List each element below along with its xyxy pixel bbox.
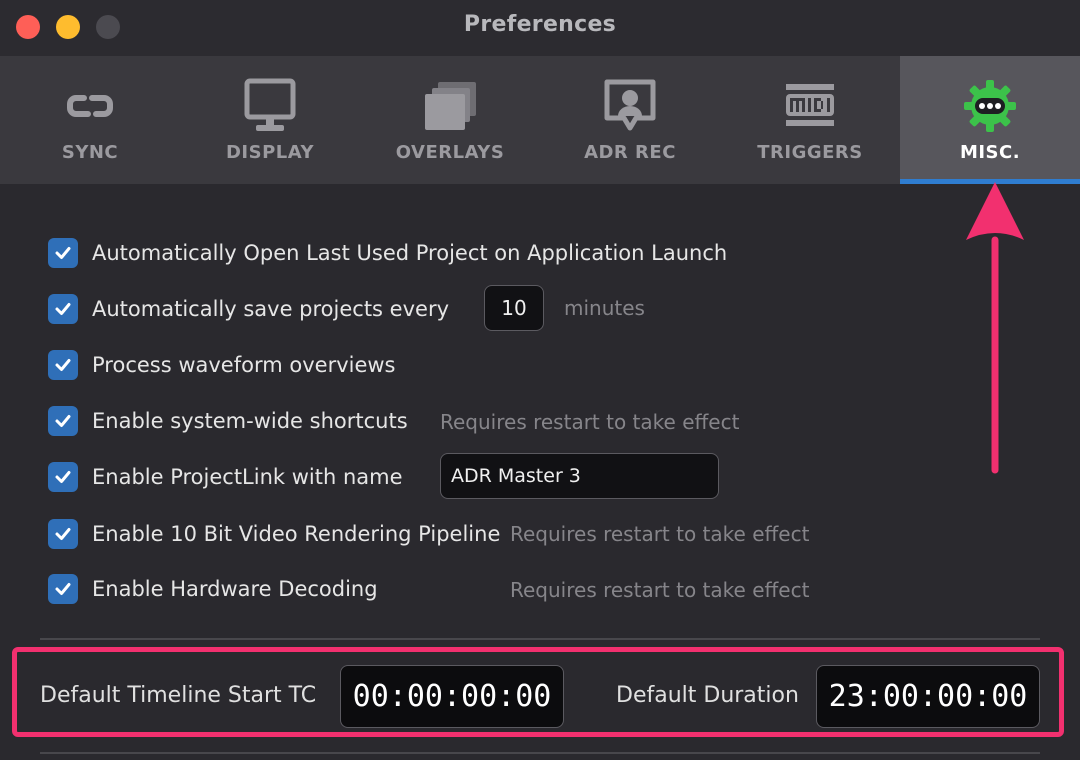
checkmark-icon bbox=[55, 415, 71, 427]
projectlink-label: Enable ProjectLink with name bbox=[92, 465, 403, 489]
option-auto-open: Automatically Open Last Used Project on … bbox=[48, 236, 727, 270]
checkmark-icon bbox=[55, 583, 71, 595]
option-waveform: Process waveform overviews bbox=[48, 348, 396, 382]
auto-save-label: Automatically save projects every bbox=[92, 297, 449, 321]
default-duration-label: Default Duration bbox=[616, 683, 799, 708]
tenbit-restart-hint: Requires restart to take effect bbox=[510, 522, 810, 546]
adr-rec-icon bbox=[604, 79, 656, 131]
tenbit-label: Enable 10 Bit Video Rendering Pipeline bbox=[92, 522, 501, 546]
display-icon bbox=[244, 78, 296, 131]
hwdecode-checkbox[interactable] bbox=[48, 574, 78, 604]
projectlink-checkbox[interactable] bbox=[48, 462, 78, 492]
checkmark-icon bbox=[55, 359, 71, 371]
timeline-start-label: Default Timeline Start TC bbox=[40, 683, 317, 708]
auto-save-checkbox[interactable] bbox=[48, 294, 78, 324]
waveform-label: Process waveform overviews bbox=[92, 353, 396, 377]
tab-overlays[interactable]: OVERLAYS bbox=[360, 56, 540, 184]
tab-display-label: DISPLAY bbox=[225, 142, 314, 163]
option-auto-save: Automatically save projects every bbox=[48, 292, 449, 326]
checkmark-icon bbox=[55, 528, 71, 540]
option-10bit: Enable 10 Bit Video Rendering Pipeline bbox=[48, 517, 500, 551]
shortcuts-checkbox[interactable] bbox=[48, 406, 78, 436]
shortcuts-restart-hint: Requires restart to take effect bbox=[440, 410, 740, 434]
tab-overlays-label: OVERLAYS bbox=[395, 142, 505, 163]
tab-display[interactable]: DISPLAY bbox=[180, 56, 360, 184]
checkmark-icon bbox=[55, 247, 71, 259]
window-title: Preferences bbox=[463, 12, 617, 37]
tab-triggers-label: TRIGGERS bbox=[757, 142, 863, 163]
tab-adr-rec-label: ADR REC bbox=[584, 142, 676, 163]
timeline-start-tc-field[interactable]: 00:00:00:00 bbox=[340, 665, 564, 728]
gear-dots-icon bbox=[964, 80, 1016, 132]
auto-save-minutes-field[interactable]: 10 bbox=[484, 285, 544, 331]
midi-icon bbox=[786, 84, 834, 126]
option-shortcuts: Enable system-wide shortcuts bbox=[48, 404, 408, 438]
misc-preferences-panel: Automatically Open Last Used Project on … bbox=[0, 184, 1080, 760]
tab-misc[interactable]: MISC. bbox=[900, 56, 1080, 184]
title-bar: Preferences bbox=[0, 0, 1080, 56]
auto-open-checkbox[interactable] bbox=[48, 238, 78, 268]
projectlink-name-field[interactable]: ADR Master 3 bbox=[440, 453, 719, 499]
default-duration-field[interactable]: 23:00:00:00 bbox=[816, 665, 1040, 728]
option-hw-decoding: Enable Hardware Decoding bbox=[48, 572, 378, 606]
hwdecode-restart-hint: Requires restart to take effect bbox=[510, 578, 810, 602]
tab-triggers[interactable]: TRIGGERS bbox=[720, 56, 900, 184]
checkmark-icon bbox=[55, 303, 71, 315]
option-projectlink: Enable ProjectLink with name bbox=[48, 460, 403, 494]
section-divider bbox=[40, 638, 1040, 640]
annotation-arrow-icon bbox=[966, 182, 1024, 474]
tab-sync-label: SYNC bbox=[61, 142, 119, 163]
auto-save-unit-label: minutes bbox=[564, 296, 645, 320]
waveform-checkbox[interactable] bbox=[48, 350, 78, 380]
bottom-divider bbox=[40, 752, 1040, 754]
tab-sync[interactable]: SYNC bbox=[0, 56, 180, 184]
checkmark-icon bbox=[55, 471, 71, 483]
tenbit-checkbox[interactable] bbox=[48, 519, 78, 549]
sync-icon bbox=[67, 95, 113, 117]
hwdecode-label: Enable Hardware Decoding bbox=[92, 577, 378, 601]
shortcuts-label: Enable system-wide shortcuts bbox=[92, 409, 408, 433]
preferences-tab-bar: SYNC DISPLAY OVERLAYS ADR REC TRIGGERS M… bbox=[0, 56, 1080, 184]
tab-adr-rec[interactable]: ADR REC bbox=[540, 56, 720, 184]
overlays-icon bbox=[425, 82, 476, 130]
tab-misc-label: MISC. bbox=[959, 142, 1021, 163]
auto-open-label: Automatically Open Last Used Project on … bbox=[92, 241, 728, 265]
